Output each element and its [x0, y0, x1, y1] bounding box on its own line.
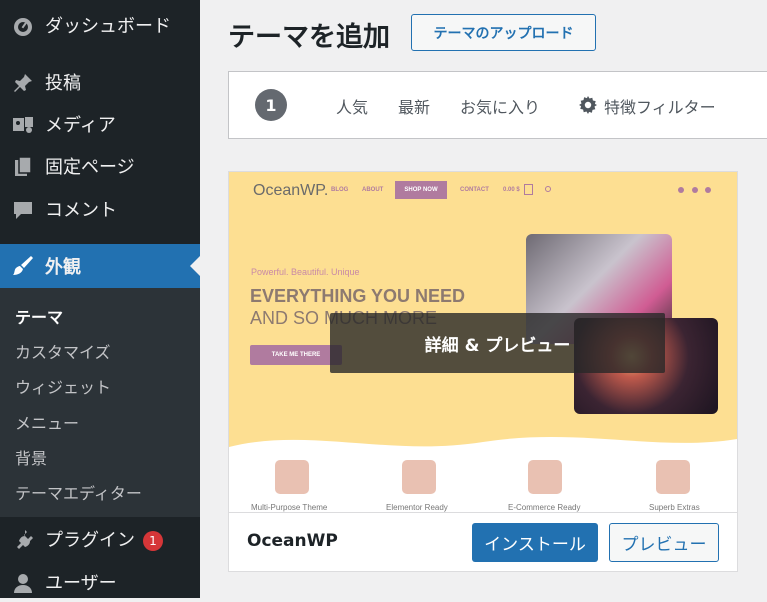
menu-users-label: ユーザー: [45, 573, 117, 594]
plugin-icon: [17, 530, 33, 549]
pages-icon: [15, 156, 32, 176]
search-icon: [545, 186, 551, 192]
menu-appearance[interactable]: 外観: [0, 244, 200, 288]
appearance-submenu: テーマ カスタマイズ ウィジェット メニュー 背景 テーマエディター: [0, 288, 200, 517]
menu-dashboard-label: ダッシュボード: [45, 16, 171, 37]
menu-pages[interactable]: 固定ページ: [0, 146, 200, 186]
user-icon: [14, 574, 32, 593]
menu-media-label: メディア: [45, 115, 116, 136]
menu-posts-label: 投稿: [45, 73, 81, 94]
submenu-themes[interactable]: テーマ: [15, 304, 63, 328]
paintbrush-icon: [13, 256, 33, 275]
feature-icon-1: [275, 460, 309, 494]
menu-comments[interactable]: コメント: [0, 189, 200, 229]
feature-label-2: Elementor Ready: [386, 503, 448, 512]
install-button[interactable]: インストール: [472, 523, 598, 562]
ocean-logo: OceanWP.: [253, 182, 329, 199]
menu-dashboard[interactable]: ダッシュボード: [0, 5, 200, 45]
submenu-background[interactable]: 背景: [15, 445, 47, 469]
feature-icon-4: [656, 460, 690, 494]
ocean-nav-about: ABOUT: [362, 187, 384, 193]
menu-comments-label: コメント: [45, 200, 117, 221]
menu-appearance-label: 外観: [45, 257, 81, 278]
menu-users[interactable]: ユーザー: [0, 562, 200, 602]
submenu-widgets[interactable]: ウィジェット: [15, 374, 111, 398]
plugins-update-badge: 1: [143, 531, 163, 551]
instagram-icon: [705, 187, 711, 193]
gear-icon[interactable]: [578, 95, 598, 115]
ocean-nav-shop: SHOP NOW: [395, 181, 447, 199]
admin-sidebar: ダッシュボード 投稿 メディア 固定ページ コメント 外観 テーマ カスタマイズ…: [0, 0, 200, 598]
media-icon: [13, 117, 33, 133]
feature-label-4: Superb Extras: [649, 503, 700, 512]
theme-card-footer: OceanWP インストール プレビュー: [229, 512, 737, 571]
menu-plugins-label: プラグイン 1: [45, 526, 163, 552]
submenu-theme-editor[interactable]: テーマエディター: [15, 480, 142, 504]
menu-plugins[interactable]: プラグイン 1: [0, 519, 200, 559]
dashboard-icon: [14, 18, 32, 36]
ocean-tagline: Powerful. Beautiful. Unique: [251, 267, 360, 277]
ocean-headline-1: EVERYTHING YOU NEED: [250, 286, 466, 306]
preview-button[interactable]: プレビュー: [609, 523, 719, 562]
ocean-nav-cart: 0.00 $: [503, 187, 520, 193]
menu-posts[interactable]: 投稿: [0, 62, 200, 102]
ocean-nav-blog: BLOG: [331, 187, 349, 193]
menu-pages-label: 固定ページ: [45, 157, 135, 178]
page-title: テーマを追加: [228, 22, 390, 53]
theme-screenshot[interactable]: OceanWP. BLOG ABOUT SHOP NOW CONTACT 0.0…: [229, 172, 737, 512]
menu-media[interactable]: メディア: [0, 104, 200, 144]
submenu-customize[interactable]: カスタマイズ: [15, 339, 111, 363]
ocean-cta: TAKE ME THERE: [250, 345, 342, 365]
upload-theme-button[interactable]: テーマのアップロード: [411, 14, 596, 51]
ocean-nav-contact: CONTACT: [460, 187, 489, 193]
tab-popular[interactable]: 人気: [336, 94, 368, 118]
feature-icon-2: [402, 460, 436, 494]
current-menu-arrow: [190, 256, 200, 276]
facebook-icon: [692, 187, 698, 193]
tab-latest[interactable]: 最新: [398, 94, 430, 118]
theme-count: 1: [255, 89, 287, 121]
plugins-text: プラグイン: [45, 530, 135, 551]
feature-filter-button[interactable]: 特徴フィルター: [604, 94, 716, 118]
comment-icon: [14, 202, 32, 219]
theme-card[interactable]: OceanWP. BLOG ABOUT SHOP NOW CONTACT 0.0…: [228, 171, 738, 572]
feature-label-1: Multi-Purpose Theme: [251, 503, 328, 512]
pushpin-icon: [14, 74, 32, 92]
twitter-icon: [678, 187, 684, 193]
theme-name: OceanWP: [247, 531, 338, 551]
cart-icon: [524, 184, 533, 195]
tab-favorites[interactable]: お気に入り: [460, 94, 540, 118]
theme-filter-bar: 1 人気 最新 お気に入り 特徴フィルター: [228, 71, 767, 139]
feature-label-3: E-Commerce Ready: [508, 503, 581, 512]
submenu-menus[interactable]: メニュー: [15, 410, 79, 434]
details-preview-overlay[interactable]: 詳細 & プレビュー: [330, 313, 665, 373]
feature-icon-3: [528, 460, 562, 494]
